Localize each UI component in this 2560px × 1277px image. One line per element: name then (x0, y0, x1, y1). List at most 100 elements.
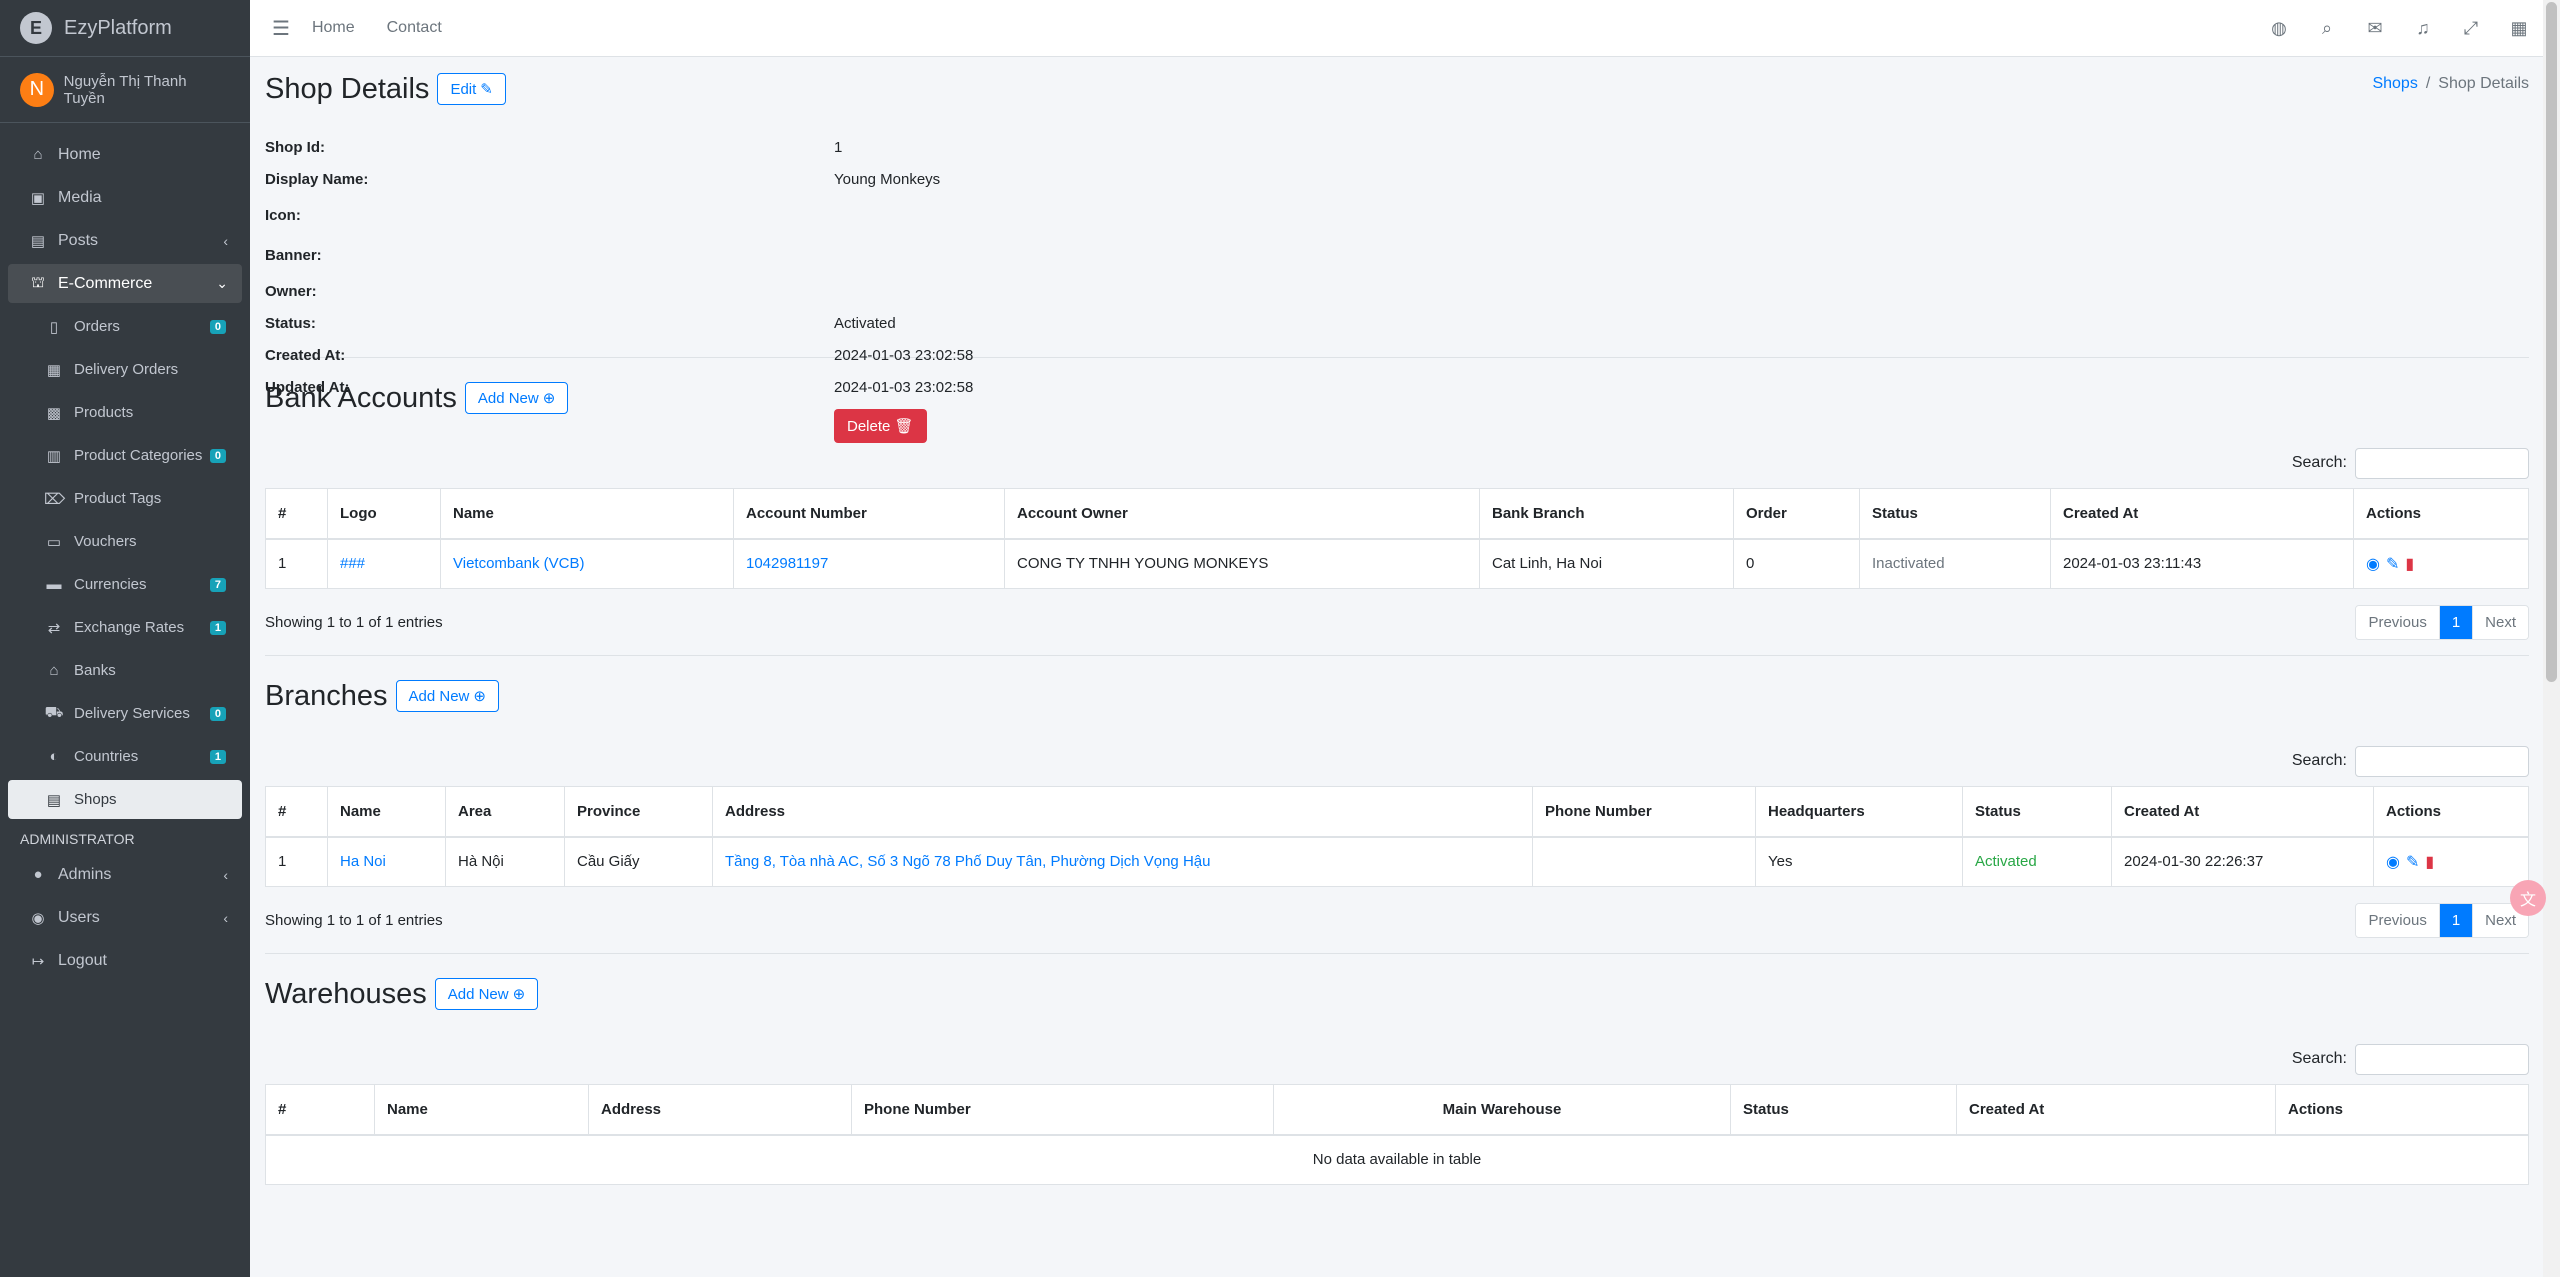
column-header[interactable]: Created At (1956, 1084, 2276, 1136)
column-header[interactable]: Main Warehouse (1273, 1084, 1731, 1136)
breadcrumb-shops[interactable]: Shops (2372, 75, 2417, 92)
display-name-label: Display Name: (265, 171, 369, 188)
cell-account-number-link[interactable]: 1042981197 (746, 555, 828, 572)
column-header[interactable]: Phone Number (851, 1084, 1274, 1136)
warehouses-title: Warehouses (265, 977, 427, 1010)
column-header[interactable]: Status (1962, 786, 2112, 838)
truck-icon: ⛟ (44, 704, 64, 721)
sidebar-item-admins[interactable]: ● Admins ‹ (8, 855, 242, 894)
trash-icon[interactable]: ▮ (2425, 854, 2434, 871)
sidebar-item-users[interactable]: ◉ Users ‹ (8, 898, 242, 937)
sidebar-item-products[interactable]: ▩ Products (8, 393, 242, 432)
column-header[interactable]: # (265, 1084, 375, 1136)
sidebar: E EzyPlatform N Nguyễn Thị Thanh Tuyền ⌂… (0, 0, 250, 1277)
search-input[interactable] (2355, 745, 2529, 777)
column-header[interactable]: Created At (2111, 786, 2374, 838)
column-header[interactable]: Created At (2050, 488, 2354, 540)
sidebar-item-home[interactable]: ⌂ Home (8, 135, 242, 174)
column-header[interactable]: Name (327, 786, 446, 838)
cell-owner: CONG TY TNHH YOUNG MONKEYS (1004, 538, 1480, 589)
sidebar-header-administrator: ADMINISTRATOR (20, 831, 135, 847)
vertical-scrollbar[interactable] (2543, 0, 2560, 1277)
add-warehouse-button[interactable]: Add New ⊕ (434, 978, 539, 1010)
sidebar-item-media[interactable]: ▣ Media (8, 178, 242, 217)
cell-created: 2024-01-30 22:26:37 (2111, 836, 2374, 887)
sidebar-item-banks[interactable]: ⌂ Banks (8, 651, 242, 690)
cell-name-link[interactable]: Vietcombank (VCB) (453, 555, 584, 572)
top-link-home[interactable]: Home (312, 19, 355, 37)
cell-phone (1532, 836, 1756, 887)
sidebar-item-shops[interactable]: ▤ Shops (8, 780, 242, 819)
cell-name-link[interactable]: Ha Noi (340, 853, 386, 870)
cell-address-link[interactable]: Tầng 8, Tòa nhà AC, Số 3 Ngõ 78 Phố Duy … (725, 853, 1210, 870)
sidebar-item-exchange-rates[interactable]: ⇄ Exchange Rates 1 (8, 608, 242, 647)
column-header[interactable]: Phone Number (1532, 786, 1756, 838)
sidebar-item-delivery-services[interactable]: ⛟ Delivery Services 0 (8, 694, 242, 733)
edit-icon[interactable]: ✎ (2406, 854, 2419, 871)
sidebar-item-label: E-Commerce (58, 274, 153, 292)
column-header[interactable]: Status (1730, 1084, 1957, 1136)
warehouses-header: Warehouses Add New ⊕ (265, 954, 2529, 1034)
sidebar-item-posts[interactable]: ▤ Posts ‹ (8, 221, 242, 260)
column-header[interactable]: # (265, 786, 328, 838)
page-button[interactable]: 1 (2439, 903, 2474, 937)
cell-logo-link[interactable]: ### (340, 555, 365, 572)
search-icon[interactable]: ⌕ (2303, 18, 2351, 39)
column-header[interactable]: # (265, 488, 328, 540)
delete-shop-button[interactable]: Delete 🗑 (834, 409, 927, 443)
globe-icon[interactable]: ◍ (2255, 18, 2303, 39)
next-button[interactable]: Next (2473, 605, 2528, 639)
top-link-contact[interactable]: Contact (387, 19, 442, 37)
previous-button[interactable]: Previous (2356, 903, 2440, 937)
sidebar-item-product-categories[interactable]: ▥ Product Categories 0 (8, 436, 242, 475)
cell-num: 1 (265, 538, 328, 589)
view-icon[interactable]: ◉ (2386, 854, 2400, 871)
sidebar-item-logout[interactable]: ↦ Logout (8, 941, 242, 980)
column-header[interactable]: Address (712, 786, 1533, 838)
bell-icon[interactable]: ♫ (2399, 18, 2447, 39)
column-header[interactable]: Order (1733, 488, 1860, 540)
sidebar-item-ecommerce[interactable]: ⛫ E-Commerce ⌄ (8, 264, 242, 303)
sidebar-item-orders[interactable]: ▯ Orders 0 (8, 307, 242, 346)
sidebar-item-currencies[interactable]: ▬ Currencies 7 (8, 565, 242, 604)
count-badge: 0 (209, 706, 226, 721)
column-header[interactable]: Account Number (733, 488, 1005, 540)
column-header[interactable]: Name (374, 1084, 589, 1136)
add-branch-button[interactable]: Add New ⊕ (395, 680, 499, 712)
sidebar-item-delivery-orders[interactable]: ▦ Delivery Orders (8, 350, 242, 389)
page-title: Shop Details (265, 72, 430, 105)
apps-grid-icon[interactable]: ▦ (2495, 18, 2543, 39)
edit-button[interactable]: Edit ✎ (437, 73, 506, 105)
user-name[interactable]: Nguyễn Thị Thanh Tuyền (64, 73, 230, 107)
user-panel[interactable]: N Nguyễn Thị Thanh Tuyền (0, 57, 250, 123)
column-header[interactable]: Province (564, 786, 713, 838)
column-header[interactable]: Bank Branch (1479, 488, 1734, 540)
trash-icon[interactable]: ▮ (2405, 556, 2414, 573)
translate-icon[interactable]: 文 (2510, 880, 2546, 916)
column-header[interactable]: Address (588, 1084, 852, 1136)
page-button[interactable]: 1 (2439, 605, 2474, 639)
messages-icon[interactable]: ✉ (2351, 18, 2399, 39)
previous-button[interactable]: Previous (2356, 605, 2440, 639)
brand[interactable]: E EzyPlatform (0, 0, 250, 57)
sidebar-item-countries[interactable]: ◐ Countries 1 (8, 737, 242, 776)
column-header[interactable]: Logo (327, 488, 441, 540)
logout-icon: ↦ (31, 952, 45, 970)
column-header[interactable]: Headquarters (1755, 786, 1963, 838)
cell-province: Cầu Giấy (564, 836, 713, 887)
scrollbar-thumb[interactable] (2546, 2, 2557, 682)
edit-icon[interactable]: ✎ (2386, 556, 2399, 573)
table-header-row: # Name Area Province Address Phone Numbe… (265, 786, 2529, 838)
column-header[interactable]: Account Owner (1004, 488, 1480, 540)
sidebar-item-label: Products (74, 404, 134, 421)
search-input[interactable] (2355, 1043, 2529, 1075)
view-icon[interactable]: ◉ (2366, 556, 2380, 573)
column-header[interactable]: Area (445, 786, 565, 838)
fullscreen-icon[interactable]: ⤢ (2447, 18, 2495, 39)
column-header[interactable]: Name (440, 488, 734, 540)
column-header[interactable]: Status (1859, 488, 2051, 540)
sidebar-item-label: Posts (58, 231, 99, 249)
sidebar-item-product-tags[interactable]: ⌦ Product Tags (8, 479, 242, 518)
menu-toggle-icon[interactable]: ☰ (272, 16, 290, 41)
sidebar-item-vouchers[interactable]: ▭ Vouchers (8, 522, 242, 561)
